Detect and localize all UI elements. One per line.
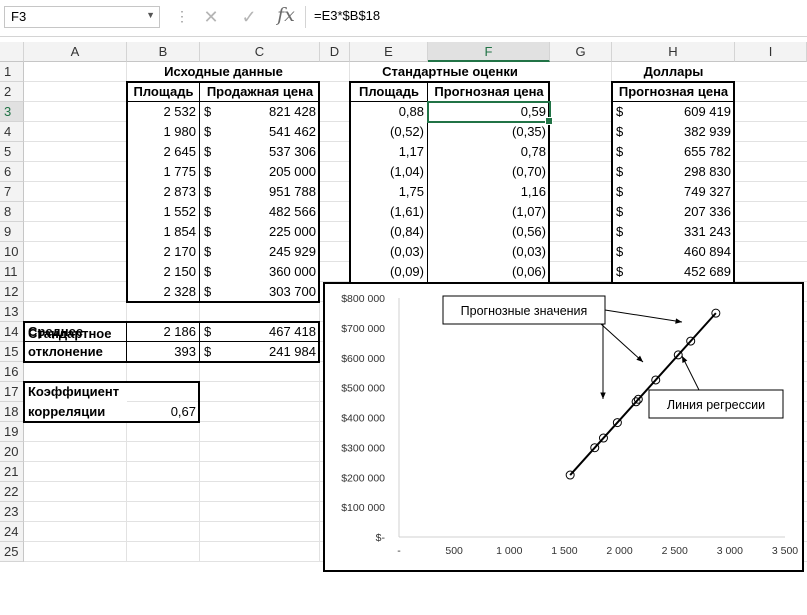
x-tick-label: 3 000 [717,545,743,557]
y-tick-label: $800 000 [341,293,385,305]
arrow-forecast-head [600,392,606,399]
row-header-10[interactable]: 10 [0,242,24,262]
table-border [199,322,200,362]
table-border [199,82,200,302]
row-header-5[interactable]: 5 [0,142,24,162]
row-header-13[interactable]: 13 [0,302,24,322]
section-title-dollars[interactable]: Доллары [612,62,735,82]
row-header-18[interactable]: 18 [0,402,24,422]
x-tick-label: 1 500 [551,545,577,557]
column-header-c[interactable]: C [200,42,320,62]
formula-text: =E3*$B$18 [314,8,381,23]
cancel-icon[interactable]: ✕ [198,5,224,29]
row-header-11[interactable]: 11 [0,262,24,282]
formula-bar: F3 ▼ ⋮ ✕ ✓ fx =E3*$B$18 [0,0,807,37]
column-header-f[interactable]: F [428,42,550,62]
select-all-corner[interactable] [0,42,24,62]
table-stats [23,321,320,363]
annotation-regression: Линия регрессии [667,398,765,412]
column-header-b[interactable]: B [127,42,200,62]
x-tick-label: 2 000 [606,545,632,557]
row-header-23[interactable]: 23 [0,502,24,522]
row-header-21[interactable]: 21 [0,462,24,482]
section-title-standard[interactable]: Стандартные оценки [350,62,550,82]
table-border [126,322,127,362]
chart-canvas: $- $100 000 $200 000 $300 000 $400 000 $500 0… [341,293,798,557]
y-tick-label: $600 000 [341,353,385,365]
x-tick-label: 2 500 [662,545,688,557]
annotation-forecast: Прогнозные значения [461,304,588,318]
y-tick-label: $100 000 [341,502,385,514]
y-tick-label: $300 000 [341,442,385,454]
row-header-1[interactable]: 1 [0,62,24,82]
arrow-forecast [604,309,683,323]
scatter-chart[interactable]: $- $100 000 $200 000 $300 000 $400 000 $500 0… [323,282,804,572]
section-title-source[interactable]: Исходные данные [127,62,320,82]
drag-handle-icon[interactable]: ⋮ [175,8,189,25]
row-header-24[interactable]: 24 [0,522,24,542]
insert-function-button[interactable]: fx [272,4,300,30]
y-tick-label: $700 000 [341,323,385,335]
x-tick-label: 500 [445,545,463,557]
row-header-3[interactable]: 3 [0,102,24,122]
row-header-2[interactable]: 2 [0,82,24,102]
table-correlation [23,381,200,423]
column-header-e[interactable]: E [350,42,428,62]
fill-handle[interactable] [545,117,553,125]
row-header-19[interactable]: 19 [0,422,24,442]
formula-input[interactable]: =E3*$B$18 [305,6,805,28]
y-tick-label: $500 000 [341,383,385,395]
row-header-14[interactable]: 14 [0,322,24,342]
selected-cell-outline [427,101,553,125]
name-box-value: F3 [11,9,27,24]
row-header-16[interactable]: 16 [0,362,24,382]
x-tick-label: 1 000 [496,545,522,557]
y-tick-label: $- [376,532,386,544]
chevron-down-icon[interactable]: ▼ [146,10,155,20]
arrow-forecast-head [675,318,682,324]
row-header-22[interactable]: 22 [0,482,24,502]
table-border [612,101,735,102]
row-header-17[interactable]: 17 [0,382,24,402]
row-header-8[interactable]: 8 [0,202,24,222]
x-tick-label: 3 500 [772,545,798,557]
x-tick-label: - [397,545,401,557]
column-header-i[interactable]: I [735,42,807,62]
row-header-6[interactable]: 6 [0,162,24,182]
table-border [24,341,320,342]
row-header-12[interactable]: 12 [0,282,24,302]
column-header-a[interactable]: A [24,42,127,62]
row-header-15[interactable]: 15 [0,342,24,362]
table-dollars [611,81,735,303]
table-source [126,81,320,303]
row-header-4[interactable]: 4 [0,122,24,142]
name-box[interactable]: F3 ▼ [4,6,160,28]
column-header-d[interactable]: D [320,42,350,62]
enter-icon[interactable]: ✓ [236,5,262,29]
column-header-g[interactable]: G [550,42,612,62]
table-border [127,101,320,102]
arrow-forecast [600,323,644,363]
row-header-7[interactable]: 7 [0,182,24,202]
y-tick-label: $200 000 [341,472,385,484]
row-header-25[interactable]: 25 [0,542,24,562]
column-header-h[interactable]: H [612,42,735,62]
row-header-20[interactable]: 20 [0,442,24,462]
y-tick-label: $400 000 [341,413,385,425]
row-header-9[interactable]: 9 [0,222,24,242]
